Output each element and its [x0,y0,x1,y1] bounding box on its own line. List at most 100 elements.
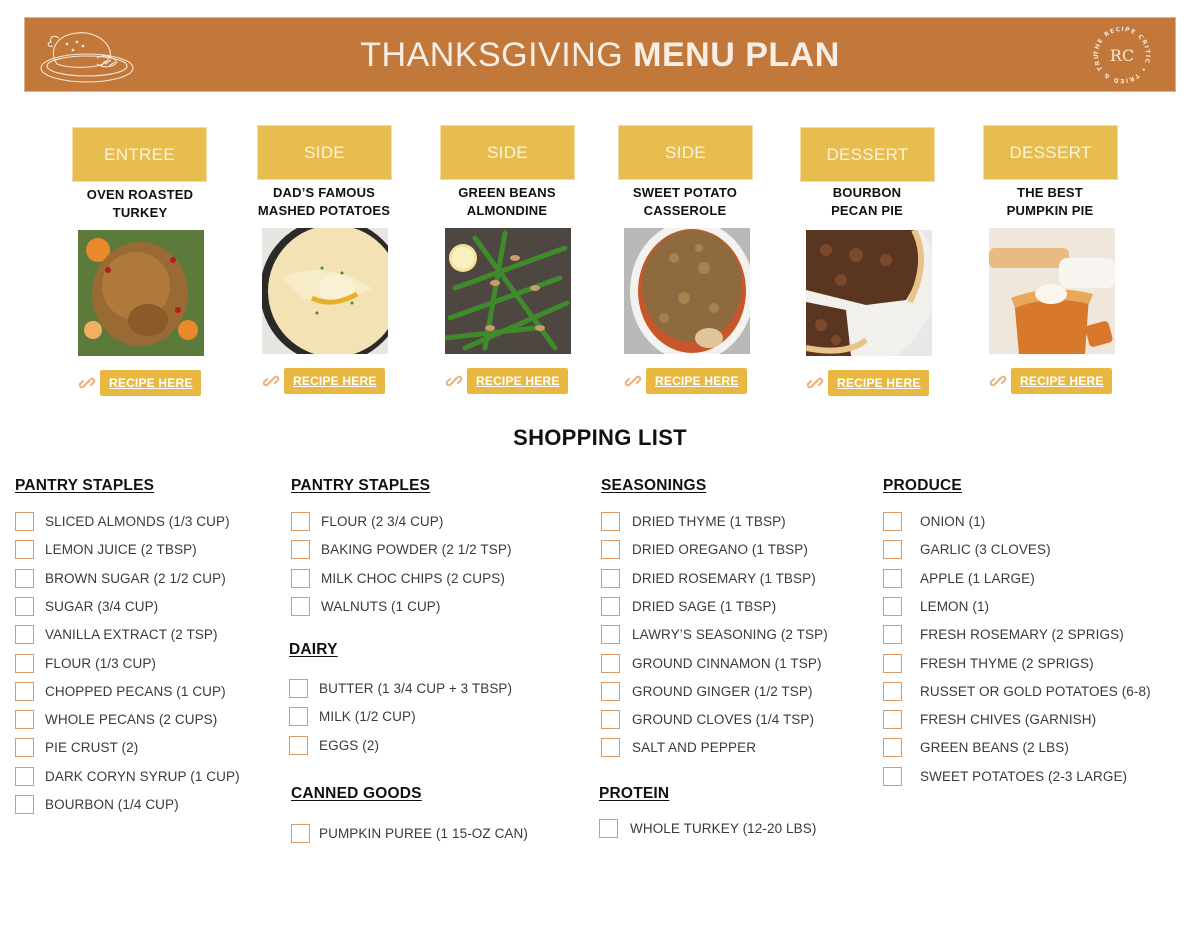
item-checkbox[interactable] [601,624,620,644]
item-label: SWEET POTATOES (2-3 LARGE) [920,768,1128,784]
recipe-link[interactable]: RECIPE HERE [989,368,1112,394]
list-item: SALT AND PEPPER [601,737,756,757]
item-label: FLOUR (1/3 CUP) [45,655,157,671]
category-badge: DESSERT [983,125,1118,180]
item-label: MILK (1/2 CUP) [319,708,416,724]
item-checkbox[interactable] [599,818,618,838]
section-heading: PROTEIN [599,785,670,802]
dish-name-line1: GREEN BEANS [458,185,556,200]
item-checkbox[interactable] [15,568,34,588]
item-checkbox[interactable] [883,539,902,559]
dish-name: DAD’S FAMOUS MASHED POTATOES [239,184,409,220]
list-item: LEMON (1) [883,596,989,616]
item-checkbox[interactable] [291,596,310,616]
item-checkbox[interactable] [601,709,620,729]
list-item: ONION (1) [883,511,985,531]
item-label: DRIED ROSEMARY (1 TBSP) [632,570,816,586]
mashed-potatoes-photo [262,228,388,354]
item-checkbox[interactable] [601,568,620,588]
item-checkbox[interactable] [15,737,34,757]
item-checkbox[interactable] [883,737,902,757]
list-item: LAWRY’S SEASONING (2 TSP) [601,624,828,644]
item-checkbox[interactable] [601,539,620,559]
section-heading: SEASONINGS [601,477,707,494]
category-label: SIDE [665,142,706,162]
item-label: BROWN SUGAR (2 1/2 CUP) [45,570,226,586]
link-chain-icon [262,375,280,387]
recipe-link[interactable]: RECIPE HERE [806,370,929,396]
item-label: GROUND CINNAMON (1 TSP) [632,655,822,671]
item-checkbox[interactable] [883,766,902,786]
list-item: BOURBON (1/4 CUP) [15,794,179,814]
dish-name: GREEN BEANS ALMONDINE [422,184,592,220]
recipe-here-button[interactable]: RECIPE HERE [467,368,568,394]
item-label: FLOUR (2 3/4 CUP) [321,513,444,529]
link-chain-icon [624,375,642,387]
item-checkbox[interactable] [15,596,34,616]
item-label: LAWRY’S SEASONING (2 TSP) [632,626,828,642]
recipe-here-button[interactable]: RECIPE HERE [284,368,385,394]
item-label: GARLIC (3 CLOVES) [920,541,1051,557]
item-checkbox[interactable] [883,624,902,644]
shopping-list-title: SHOPPING LIST [513,425,687,450]
item-checkbox[interactable] [15,624,34,644]
item-checkbox[interactable] [601,681,620,701]
item-label: LEMON JUICE (2 TBSP) [45,541,197,557]
item-checkbox[interactable] [289,678,308,698]
item-checkbox[interactable] [883,568,902,588]
item-checkbox[interactable] [601,511,620,531]
item-checkbox[interactable] [601,737,620,757]
item-checkbox[interactable] [883,511,902,531]
item-checkbox[interactable] [291,568,310,588]
recipe-here-button[interactable]: RECIPE HERE [828,370,929,396]
item-checkbox[interactable] [289,735,308,755]
item-checkbox[interactable] [291,539,310,559]
dish-name-line1: THE BEST [1017,185,1083,200]
item-checkbox[interactable] [15,681,34,701]
item-checkbox[interactable] [883,709,902,729]
item-checkbox[interactable] [883,596,902,616]
item-label: GROUND CLOVES (1/4 TSP) [632,711,815,727]
item-checkbox[interactable] [601,596,620,616]
recipe-here-button[interactable]: RECIPE HERE [646,368,747,394]
category-label: DESSERT [1009,142,1092,162]
item-checkbox[interactable] [15,766,34,786]
item-checkbox[interactable] [15,794,34,814]
item-checkbox[interactable] [15,653,34,673]
list-item: GROUND CINNAMON (1 TSP) [601,653,822,673]
dish-name: THE BEST PUMPKIN PIE [965,184,1135,220]
item-label: DRIED OREGANO (1 TBSP) [632,541,808,557]
dish-name: BOURBON PECAN PIE [782,184,952,220]
section-heading: CANNED GOODS [291,785,422,802]
dish-name-line2: ALMONDINE [466,203,548,218]
category-label: SIDE [487,142,528,162]
list-item: FRESH CHIVES (GARNISH) [883,709,1096,729]
category-badge: SIDE [257,125,392,180]
item-checkbox[interactable] [15,511,34,531]
list-item: PUMPKIN PUREE (1 15-OZ CAN) [291,823,528,843]
item-checkbox[interactable] [15,539,34,559]
item-label: EGGS (2) [319,737,380,753]
recipe-link[interactable]: RECIPE HERE [78,370,201,396]
category-badge: SIDE [618,125,753,180]
list-item: MILK (1/2 CUP) [289,706,416,726]
recipe-link[interactable]: RECIPE HERE [624,368,747,394]
link-chain-icon [806,377,824,389]
item-checkbox[interactable] [289,706,308,726]
recipe-link[interactable]: RECIPE HERE [262,368,385,394]
dish-name-line2: CASSEROLE [643,203,727,218]
item-checkbox[interactable] [883,653,902,673]
list-item: SUGAR (3/4 CUP) [15,596,158,616]
recipe-link[interactable]: RECIPE HERE [445,368,568,394]
item-checkbox[interactable] [601,653,620,673]
list-item: GARLIC (3 CLOVES) [883,539,1051,559]
item-checkbox[interactable] [15,709,34,729]
item-checkbox[interactable] [883,681,902,701]
item-checkbox[interactable] [291,823,310,843]
list-item: SWEET POTATOES (2-3 LARGE) [883,766,1127,786]
item-checkbox[interactable] [291,511,310,531]
recipe-here-button[interactable]: RECIPE HERE [1011,368,1112,394]
recipe-here-button[interactable]: RECIPE HERE [100,370,201,396]
dish-name-line1: SWEET POTATO [632,185,738,200]
section-heading: PANTRY STAPLES [15,477,155,494]
